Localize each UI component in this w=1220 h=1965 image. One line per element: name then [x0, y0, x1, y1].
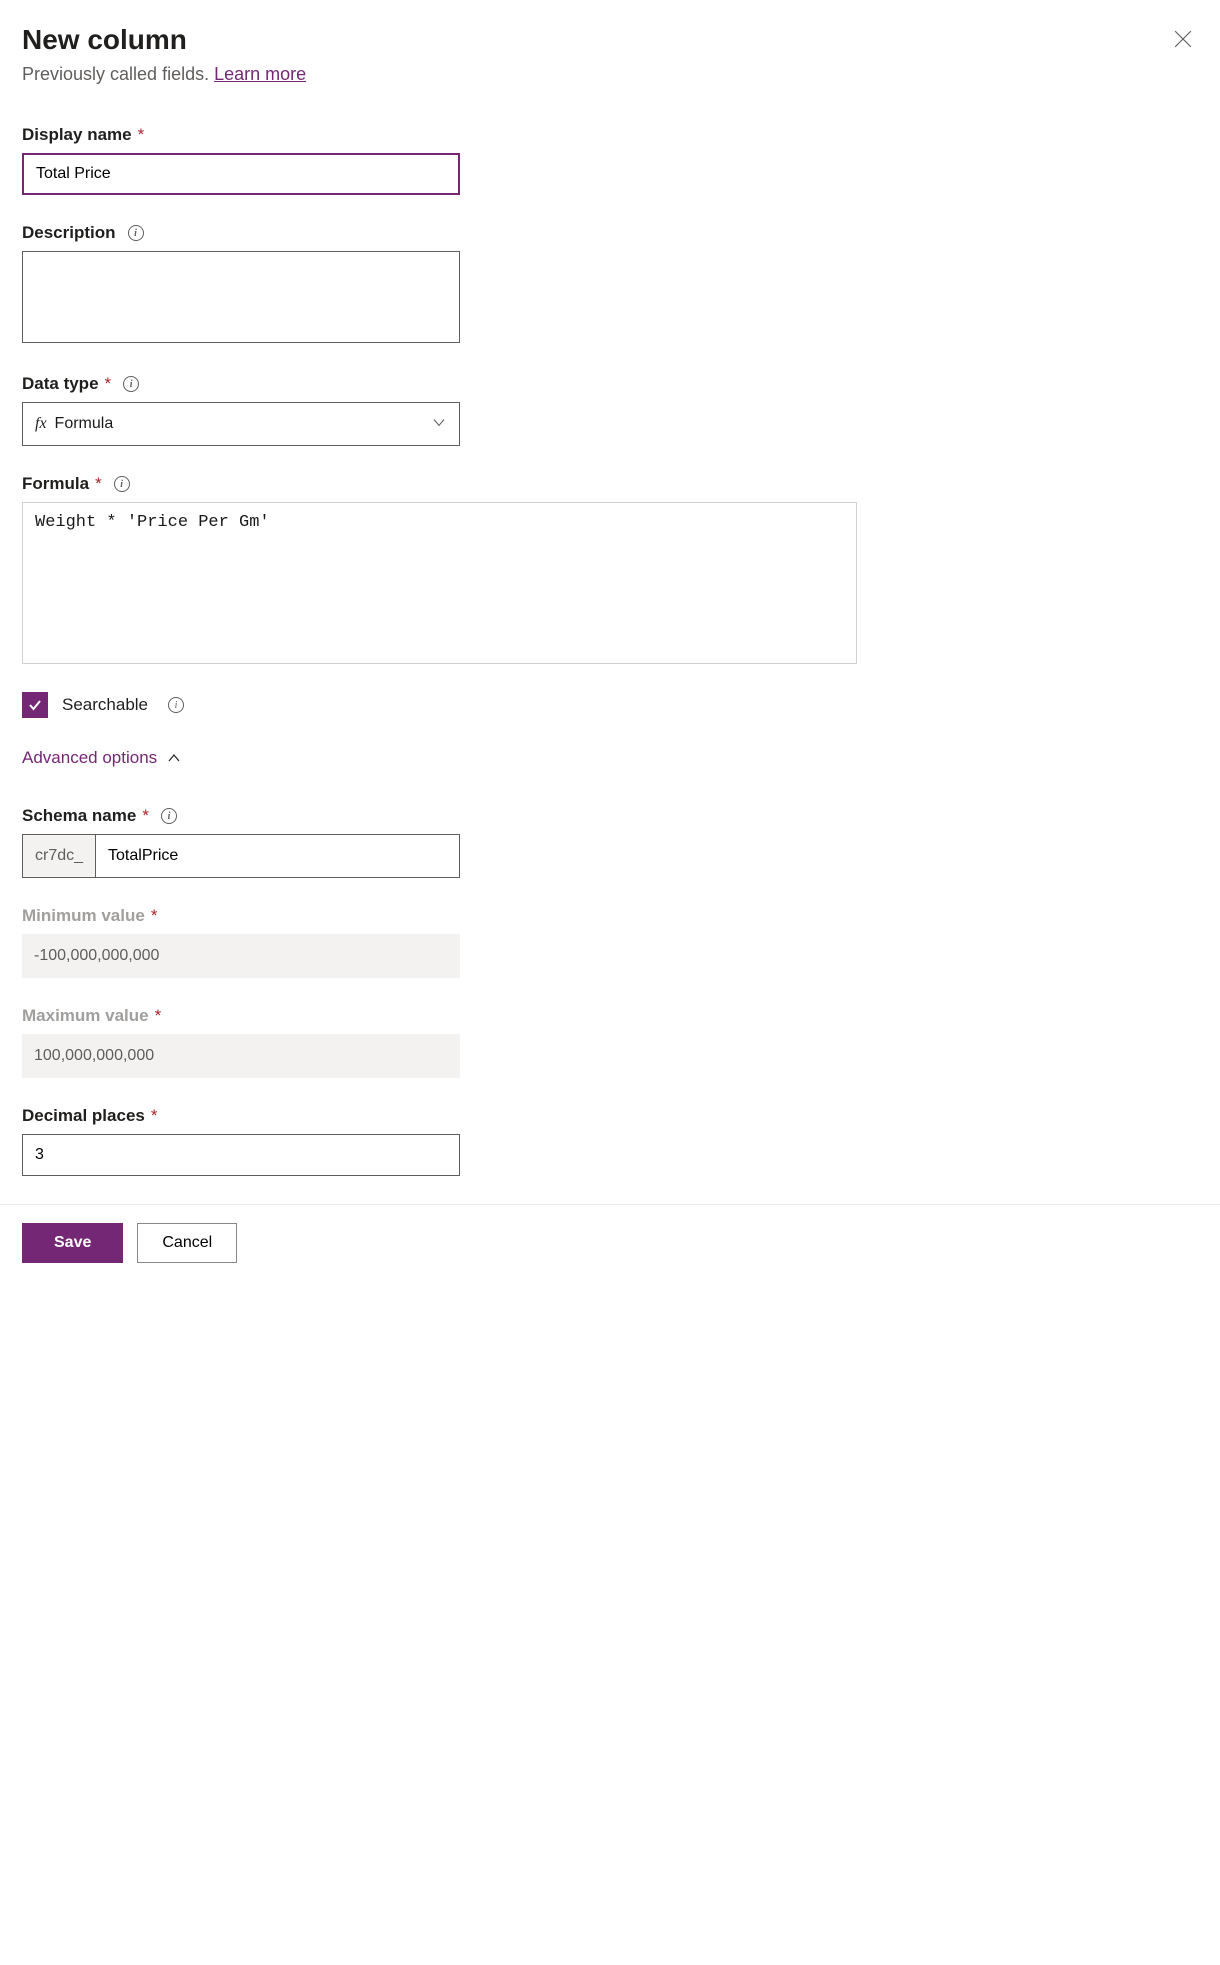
minimum-value-label: Minimum value * [22, 906, 1198, 926]
required-indicator: * [151, 906, 158, 926]
required-indicator: * [151, 1106, 158, 1126]
data-type-select[interactable]: fx Formula [22, 402, 460, 446]
info-icon[interactable]: i [114, 476, 130, 492]
info-icon[interactable]: i [128, 225, 144, 241]
required-indicator: * [95, 474, 102, 494]
close-button[interactable] [1168, 24, 1198, 54]
page-title: New column [22, 24, 187, 56]
cancel-button[interactable]: Cancel [137, 1223, 237, 1263]
required-indicator: * [142, 806, 149, 826]
formula-content: Weight * 'Price Per Gm' [35, 513, 844, 532]
description-input[interactable] [22, 251, 460, 343]
chevron-up-icon [167, 751, 181, 765]
minimum-value-input: -100,000,000,000 [22, 934, 460, 978]
info-icon[interactable]: i [168, 697, 184, 713]
data-type-label: Data type * i [22, 374, 1198, 394]
info-icon[interactable]: i [161, 808, 177, 824]
decimal-places-label: Decimal places * [22, 1106, 1198, 1126]
subtitle-text: Previously called fields. [22, 64, 214, 84]
fx-icon: fx [35, 415, 47, 433]
decimal-places-input[interactable] [22, 1134, 460, 1176]
searchable-label: Searchable [62, 695, 148, 715]
description-label: Description i [22, 223, 1198, 243]
display-name-input[interactable] [22, 153, 460, 195]
maximum-value-input: 100,000,000,000 [22, 1034, 460, 1078]
display-name-label: Display name * [22, 125, 1198, 145]
close-icon [1174, 30, 1192, 48]
learn-more-link[interactable]: Learn more [214, 64, 306, 84]
formula-label: Formula * i [22, 474, 1198, 494]
required-indicator: * [155, 1006, 162, 1026]
advanced-options-label: Advanced options [22, 748, 157, 768]
maximum-value-label: Maximum value * [22, 1006, 1198, 1026]
searchable-checkbox[interactable] [22, 692, 48, 718]
info-icon[interactable]: i [123, 376, 139, 392]
data-type-value: Formula [55, 415, 114, 433]
schema-name-label: Schema name * i [22, 806, 1198, 826]
subtitle: Previously called fields. Learn more [22, 64, 1198, 85]
required-indicator: * [138, 125, 145, 145]
schema-name-input[interactable] [96, 835, 459, 877]
advanced-options-toggle[interactable]: Advanced options [22, 748, 1198, 768]
formula-editor[interactable]: Weight * 'Price Per Gm' [22, 502, 857, 664]
required-indicator: * [105, 374, 112, 394]
checkmark-icon [27, 697, 43, 713]
schema-prefix: cr7dc_ [23, 835, 96, 877]
save-button[interactable]: Save [22, 1223, 123, 1263]
